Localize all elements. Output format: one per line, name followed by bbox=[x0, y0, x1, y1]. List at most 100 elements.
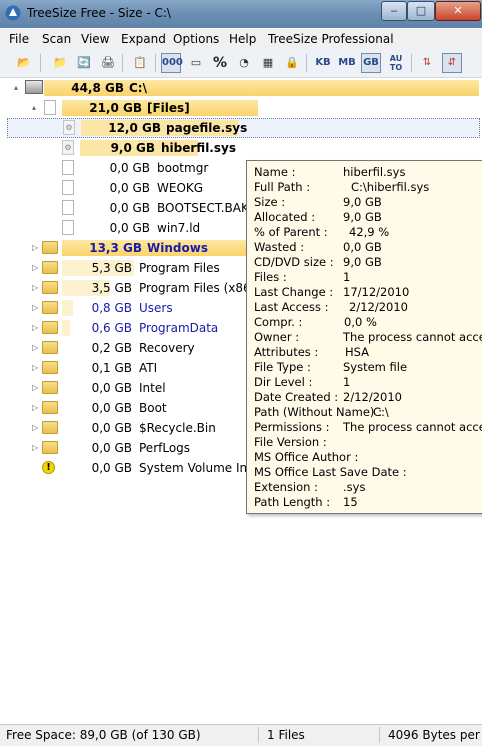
tooltip-label: Attributes : bbox=[254, 345, 319, 359]
tooltip-value: 0,0 % bbox=[344, 315, 377, 329]
tooltip-label: Owner : bbox=[254, 330, 300, 344]
tooltip-value: 1 bbox=[343, 270, 351, 284]
menu-treesize-professional[interactable]: TreeSize Professional bbox=[268, 32, 394, 46]
expand-arrow-icon[interactable]: ▷ bbox=[32, 383, 40, 392]
minimize-button[interactable]: ‒ bbox=[381, 1, 407, 21]
item-name: hiberfil.sys bbox=[161, 141, 236, 155]
expand-arrow-icon[interactable]: ▷ bbox=[32, 443, 40, 452]
item-name: ATI bbox=[139, 361, 158, 375]
chart-view-icon[interactable]: ◔ bbox=[234, 53, 254, 73]
toolbar-separator bbox=[155, 54, 156, 72]
lock-icon[interactable]: 🔒 bbox=[282, 53, 302, 73]
tooltip-label: Permissions : bbox=[254, 420, 330, 434]
tooltip-label: Name : bbox=[254, 165, 296, 179]
file-count-status: 1 Files bbox=[267, 728, 305, 742]
expand-arrow-icon[interactable]: ▷ bbox=[32, 323, 40, 332]
tooltip-value: 1 bbox=[343, 375, 351, 389]
sort-az-icon[interactable]: ⇅ bbox=[417, 53, 437, 73]
folder-icon bbox=[42, 341, 58, 354]
collapse-arrow-icon[interactable]: ▴ bbox=[32, 103, 40, 112]
size-value: 9,0 GB bbox=[110, 141, 155, 155]
item-name: Windows bbox=[147, 241, 208, 255]
tooltip-value: 2/12/2010 bbox=[349, 300, 408, 314]
open-folder-icon[interactable]: 📂 bbox=[14, 53, 34, 73]
menu-bar: File Scan View Expand Options Help TreeS… bbox=[0, 29, 482, 49]
folder-icon bbox=[42, 441, 58, 454]
size-value: 0,0 GB bbox=[109, 201, 150, 215]
tree-row-pagefile[interactable]: ⚙ 12,0 GB pagefile.sys bbox=[7, 118, 480, 138]
menu-options[interactable]: Options bbox=[173, 32, 219, 46]
tooltip-value: 42,9 % bbox=[349, 225, 390, 239]
item-name: Recovery bbox=[139, 341, 195, 355]
menu-expand[interactable]: Expand bbox=[121, 32, 166, 46]
refresh-icon[interactable]: 🔄 bbox=[74, 53, 94, 73]
expand-arrow-icon[interactable]: ▷ bbox=[32, 403, 40, 412]
folder-icon bbox=[42, 321, 58, 334]
tooltip-label: Date Created : bbox=[254, 390, 339, 404]
size-value: 13,3 GB bbox=[89, 241, 142, 255]
size-value: 0,0 GB bbox=[109, 161, 150, 175]
treesize-app-icon[interactable] bbox=[5, 5, 21, 21]
tooltip-value: 17/12/2010 bbox=[343, 285, 410, 299]
expand-arrow-icon[interactable]: ▷ bbox=[32, 303, 40, 312]
menu-file[interactable]: File bbox=[9, 32, 29, 46]
scan-folder-icon[interactable]: 📁 bbox=[50, 53, 70, 73]
expand-arrow-icon[interactable]: ▷ bbox=[32, 363, 40, 372]
print-icon[interactable]: 🖨 bbox=[98, 53, 118, 73]
menu-help[interactable]: Help bbox=[229, 32, 256, 46]
file-icon bbox=[62, 220, 74, 235]
toolbar: 📂 📁 🔄 🖨 📋 000 ▭ % ◔ ▦ 🔒 KB MB GB AU TO ⇅… bbox=[0, 49, 482, 78]
folder-icon bbox=[42, 281, 58, 294]
size-value: 0,0 GB bbox=[109, 221, 150, 235]
item-name: win7.ld bbox=[157, 221, 201, 235]
expand-arrow-icon[interactable]: ▷ bbox=[32, 283, 40, 292]
tree-row-files[interactable]: ▴ 21,0 GB [Files] bbox=[0, 98, 482, 118]
item-name: [Files] bbox=[147, 101, 190, 115]
close-button[interactable]: ✕ bbox=[435, 1, 481, 21]
unit-kb-button[interactable]: KB bbox=[313, 53, 333, 73]
size-value: 0,2 GB bbox=[91, 341, 132, 355]
item-name: pagefile.sys bbox=[166, 121, 248, 135]
menu-scan[interactable]: Scan bbox=[42, 32, 71, 46]
tooltip-value: 9,0 GB bbox=[343, 210, 382, 224]
tooltip-value: hiberfil.sys bbox=[343, 165, 406, 179]
size-value: 0,6 GB bbox=[91, 321, 132, 335]
size-value: 0,8 GB bbox=[91, 301, 132, 315]
maximize-button[interactable]: □ bbox=[407, 1, 435, 21]
unit-auto-button[interactable]: AU TO bbox=[386, 53, 406, 73]
tree-row-hiberfil[interactable]: ⚙ 9,0 GB hiberfil.sys bbox=[0, 138, 482, 158]
tree-row-drive[interactable]: ▴ 44,8 GB C:\ bbox=[0, 78, 482, 98]
size-view-icon[interactable]: ▭ bbox=[186, 53, 206, 73]
sort-by-size-icon[interactable]: ⇵ bbox=[442, 53, 462, 73]
folder-icon bbox=[42, 261, 58, 274]
columns-view-icon[interactable]: ▦ bbox=[258, 53, 278, 73]
expand-arrow-icon[interactable]: ▷ bbox=[32, 263, 40, 272]
tooltip-label: % of Parent : bbox=[254, 225, 328, 239]
menu-view[interactable]: View bbox=[81, 32, 109, 46]
expand-arrow-icon[interactable]: ▷ bbox=[32, 243, 40, 252]
title-bar: TreeSize Free - Size - C:\ ‒ □ ✕ bbox=[0, 0, 482, 28]
expand-arrow-icon[interactable]: ▷ bbox=[32, 423, 40, 432]
system-file-icon: ⚙ bbox=[63, 120, 75, 135]
folder-icon bbox=[42, 421, 58, 434]
item-name: Boot bbox=[139, 401, 167, 415]
tooltip-value: 2/12/2010 bbox=[343, 390, 402, 404]
free-space-status: Free Space: 89,0 GB (of 130 GB) bbox=[6, 728, 201, 742]
expand-arrow-icon[interactable]: ▷ bbox=[32, 343, 40, 352]
toolbar-separator bbox=[306, 54, 307, 72]
export-icon[interactable]: 📋 bbox=[130, 53, 150, 73]
unit-mb-button[interactable]: MB bbox=[337, 53, 357, 73]
unit-gb-button[interactable]: GB bbox=[361, 53, 381, 73]
toolbar-separator bbox=[40, 54, 41, 72]
percent-view-button[interactable]: % bbox=[210, 53, 230, 73]
unit-auto-label-bottom: TO bbox=[389, 63, 403, 72]
item-name: Users bbox=[139, 301, 173, 315]
tooltip-value: .sys bbox=[343, 480, 366, 494]
folder-icon bbox=[42, 361, 58, 374]
tooltip-label: File Version : bbox=[254, 435, 327, 449]
size-value: 21,0 GB bbox=[89, 101, 142, 115]
window-title: TreeSize Free - Size - C:\ bbox=[27, 6, 171, 20]
size-value: 0,0 GB bbox=[91, 461, 132, 475]
collapse-arrow-icon[interactable]: ▴ bbox=[14, 83, 22, 92]
file-count-view-button[interactable]: 000 bbox=[161, 53, 183, 73]
